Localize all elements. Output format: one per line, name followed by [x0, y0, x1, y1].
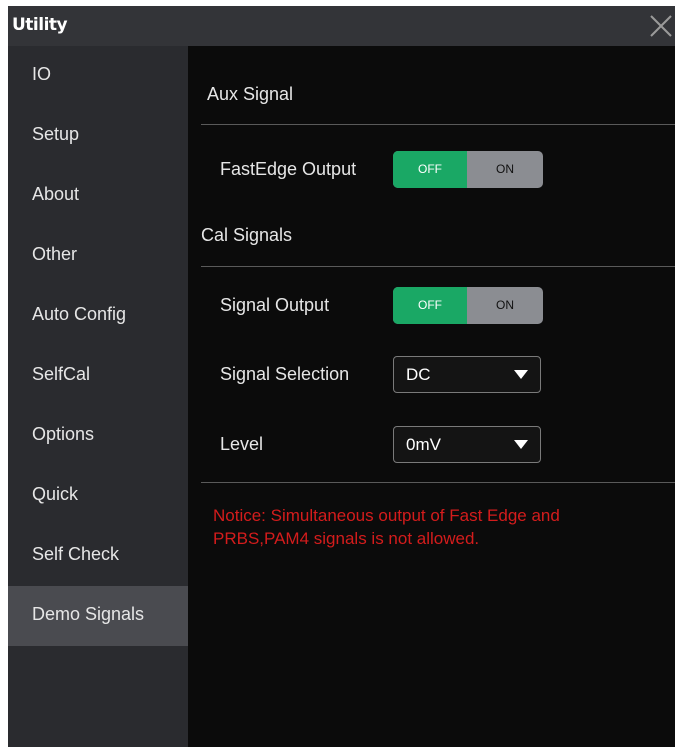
sidebar: IO Setup About Other Auto Config SelfCal…: [8, 46, 188, 747]
level-value: 0mV: [406, 435, 441, 454]
divider: [201, 266, 675, 267]
sidebar-item-label: Other: [32, 244, 78, 264]
signal-selection-value: DC: [406, 365, 431, 384]
utility-dialog: Utility IO Setup About Other Auto Config…: [8, 6, 675, 747]
signal-selection-dropdown[interactable]: DC: [393, 356, 541, 393]
sidebar-item-label: Demo Signals: [32, 604, 145, 624]
divider: [201, 482, 675, 483]
dialog-title: Utility: [12, 15, 68, 35]
sidebar-item-label: About: [32, 184, 80, 204]
sidebar-item-label: IO: [32, 64, 52, 84]
sidebar-item-options[interactable]: Options: [8, 406, 188, 466]
signal-output-toggle[interactable]: OFF ON: [393, 287, 543, 324]
chevron-down-icon: [514, 370, 528, 379]
sidebar-item-about[interactable]: About: [8, 166, 188, 226]
notice-message: Notice: Simultaneous output of Fast Edge…: [213, 506, 560, 548]
fastedge-output-toggle[interactable]: OFF ON: [393, 151, 543, 188]
sidebar-item-label: Self Check: [32, 544, 120, 564]
toggle-on-option[interactable]: ON: [467, 151, 543, 188]
toggle-off-option[interactable]: OFF: [393, 287, 467, 324]
chevron-down-icon: [514, 440, 528, 449]
sidebar-item-label: Auto Config: [32, 304, 127, 324]
level-dropdown[interactable]: 0mV: [393, 426, 541, 463]
sidebar-item-label: Quick: [32, 484, 79, 504]
sidebar-item-demo-signals[interactable]: Demo Signals: [8, 586, 188, 646]
sidebar-item-auto-config[interactable]: Auto Config: [8, 286, 188, 346]
sidebar-item-other[interactable]: Other: [8, 226, 188, 286]
close-icon: [650, 15, 672, 37]
signal-output-label: Signal Output: [220, 295, 330, 315]
signal-selection-label: Signal Selection: [220, 364, 350, 384]
close-button[interactable]: [647, 12, 675, 40]
toggle-on-option[interactable]: ON: [467, 287, 543, 324]
sidebar-item-self-check[interactable]: Self Check: [8, 526, 188, 586]
toggle-off-option[interactable]: OFF: [393, 151, 467, 188]
level-label: Level: [220, 434, 264, 454]
sidebar-item-label: Setup: [32, 124, 80, 144]
divider: [201, 124, 675, 125]
sidebar-item-label: SelfCal: [32, 364, 91, 384]
sidebar-item-io[interactable]: IO: [8, 46, 188, 106]
sidebar-item-setup[interactable]: Setup: [8, 106, 188, 166]
aux-signal-heading: Aux Signal: [207, 84, 294, 104]
title-bar: Utility: [8, 6, 675, 46]
sidebar-item-label: Options: [32, 424, 95, 444]
demo-signals-panel: Aux Signal FastEdge Output OFF ON Cal Si…: [188, 46, 675, 747]
sidebar-item-quick[interactable]: Quick: [8, 466, 188, 526]
fastedge-output-label: FastEdge Output: [220, 159, 357, 179]
sidebar-item-selfcal[interactable]: SelfCal: [8, 346, 188, 406]
cal-signals-heading: Cal Signals: [201, 225, 293, 245]
